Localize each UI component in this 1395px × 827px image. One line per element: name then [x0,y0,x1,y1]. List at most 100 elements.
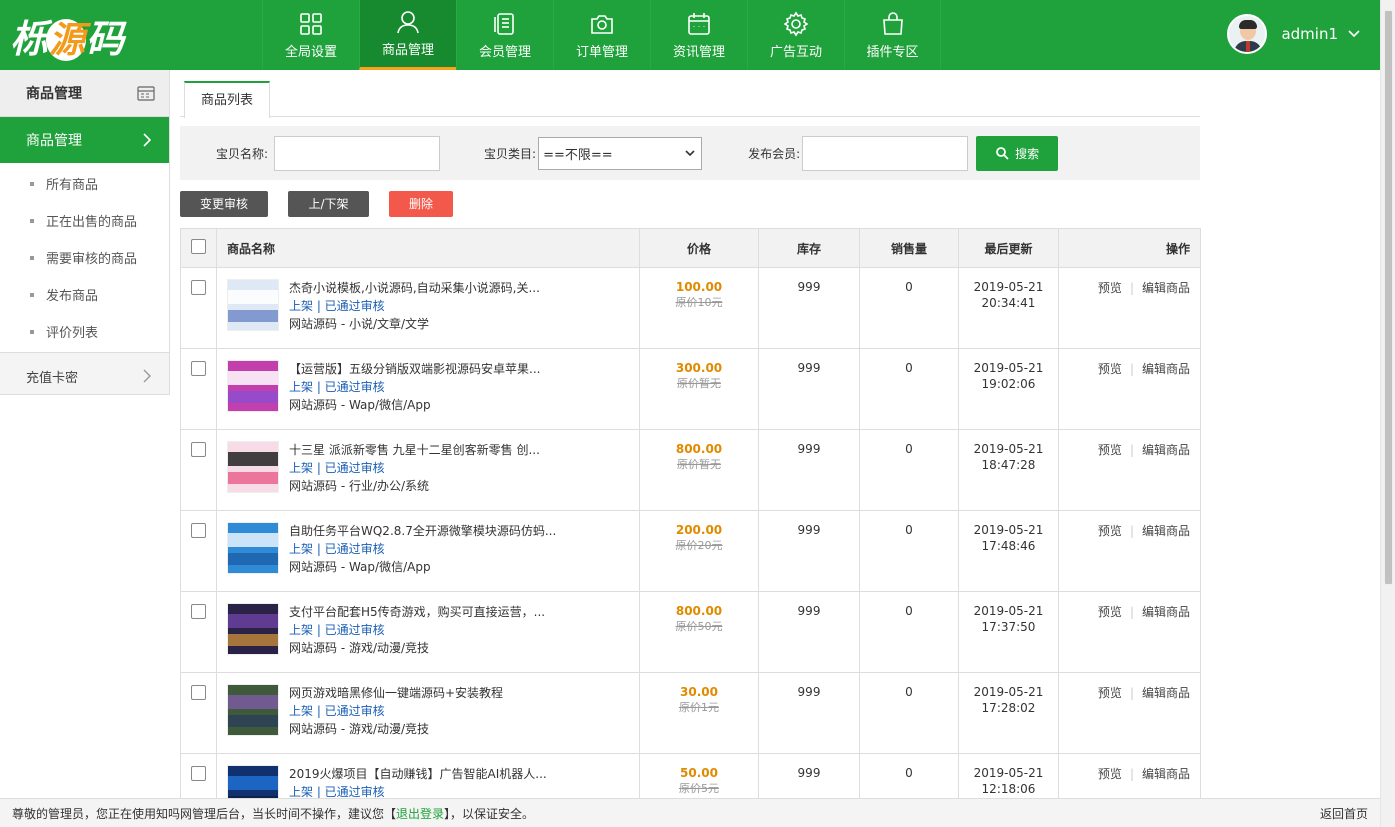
bulk-actions: 变更审核 上/下架 删除 [180,180,1200,228]
row-checkbox[interactable] [191,442,206,457]
main-nav: 全局设置 商品管理 会员管理 订单管理 资讯管理 广告互动 插件专区 [262,0,941,70]
edit-product-link[interactable]: 编辑商品 [1142,605,1190,619]
price-original: 原价50元 [675,620,723,633]
product-status: 上架 | 已通过审核 [289,542,385,556]
logout-link[interactable]: 退出登录 [396,807,444,821]
update-date: 2019-05-21 [973,280,1044,294]
tab-product-list[interactable]: 商品列表 [184,81,271,118]
top-header: 栎源码 全局设置 商品管理 会员管理 订单管理 资讯管理 广告互动 插件专区 a… [0,0,1380,70]
edit-product-link[interactable]: 编辑商品 [1142,362,1190,376]
preview-link[interactable]: 预览 [1098,767,1122,781]
product-title[interactable]: 支付平台配套H5传奇游戏，购买可直接运营，... [289,603,619,621]
sidebar-item-reviews[interactable]: 评价列表 [0,313,169,350]
edit-product-link[interactable]: 编辑商品 [1142,524,1190,538]
change-review-button[interactable]: 变更审核 [180,191,268,217]
sales-value: 0 [859,429,959,511]
edit-product-link[interactable]: 编辑商品 [1142,686,1190,700]
update-date: 2019-05-21 [973,523,1044,537]
product-thumbnail[interactable] [227,279,279,331]
member-input[interactable] [802,135,969,171]
nav-news-management[interactable]: 资讯管理 [650,0,747,70]
footer-message: 尊敬的管理员，您正在使用知吗网管理后台，当长时间不操作，建议您【退出登录】，以保… [12,806,535,821]
main-content: 商品列表 宝贝名称: 宝贝类目: ==不限== 发布会员: 搜索 变更审核 上/… [180,80,1201,827]
nav-member-management[interactable]: 会员管理 [456,0,553,70]
stock-value: 999 [758,672,860,754]
nav-label: 订单管理 [575,44,628,60]
sidebar-item-product-management[interactable]: 商品管理 [0,117,169,163]
search-button[interactable]: 搜索 [976,135,1059,171]
select-all-checkbox[interactable] [191,239,206,254]
row-checkbox[interactable] [191,604,206,619]
user-menu[interactable]: admin1 [1227,14,1360,54]
product-category: 网站源码 - 游戏/动漫/竞技 [289,641,430,655]
preview-link[interactable]: 预览 [1098,362,1122,376]
chevron-right-icon [143,133,151,147]
product-thumbnail[interactable] [227,603,279,655]
row-checkbox[interactable] [191,280,206,295]
product-title[interactable]: 十三星 派派新零售 九星十二星创客新零售 创... [289,441,619,459]
chevron-right-icon [143,369,151,383]
toggle-shelf-button[interactable]: 上/下架 [288,191,369,217]
product-title[interactable]: 杰奇小说模板,小说源码,自动采集小说源码,关... [289,279,619,297]
edit-product-link[interactable]: 编辑商品 [1142,443,1190,457]
chevron-down-icon[interactable] [1348,30,1360,38]
sidebar-item-recharge-cards[interactable]: 充值卡密 [0,353,169,399]
stock-value: 999 [758,429,860,511]
calendar-icon[interactable] [137,85,155,101]
row-checkbox[interactable] [191,361,206,376]
user-icon [397,11,419,34]
product-status: 上架 | 已通过审核 [289,704,385,718]
preview-link[interactable]: 预览 [1098,524,1122,538]
sidebar-item-pending-review[interactable]: 需要审核的商品 [0,239,169,276]
sidebar-item-all-products[interactable]: 所有商品 [0,165,169,202]
product-category: 网站源码 - 小说/文章/文学 [289,317,430,331]
nav-product-management[interactable]: 商品管理 [359,0,456,70]
scrollbar-thumb[interactable] [1384,10,1393,585]
calendar-icon [688,12,710,35]
col-price: 价格 [639,228,759,268]
product-thumbnail[interactable] [227,441,279,493]
preview-link[interactable]: 预览 [1098,281,1122,295]
product-title[interactable]: 【运营版】五级分销版双端影视源码安卓苹果... [289,360,619,378]
row-checkbox[interactable] [191,685,206,700]
row-checkbox[interactable] [191,766,206,781]
logo[interactable]: 栎源码 [0,0,262,70]
document-icon [494,12,514,35]
sidebar-item-publish[interactable]: 发布商品 [0,276,169,313]
preview-link[interactable]: 预览 [1098,443,1122,457]
stock-value: 999 [758,267,860,349]
price-original: 原价5元 [679,782,719,795]
product-thumbnail[interactable] [227,360,279,412]
price-original: 原价暂无 [677,377,721,390]
product-name-label: 宝贝名称: [216,146,269,161]
col-sales: 销售量 [859,228,959,268]
nav-global-settings[interactable]: 全局设置 [262,0,359,70]
product-title[interactable]: 2019火爆项目【自动赚钱】广告智能AI机器人... [289,765,619,783]
stock-value: 999 [758,510,860,592]
table-row: 十三星 派派新零售 九星十二星创客新零售 创... 上架 | 已通过审核 网站源… [180,429,1201,511]
preview-link[interactable]: 预览 [1098,686,1122,700]
sidebar-item-on-sale[interactable]: 正在出售的商品 [0,202,169,239]
preview-link[interactable]: 预览 [1098,605,1122,619]
product-title[interactable]: 网页游戏暗黑修仙一键端源码+安装教程 [289,684,619,702]
avatar[interactable] [1227,14,1268,54]
product-thumbnail[interactable] [227,522,279,574]
col-stock: 库存 [758,228,860,268]
home-link[interactable]: 返回首页 [1320,805,1368,822]
nav-order-management[interactable]: 订单管理 [553,0,650,70]
nav-ad-interaction[interactable]: 广告互动 [747,0,844,70]
product-thumbnail[interactable] [227,684,279,736]
page-scrollbar[interactable] [1380,0,1395,827]
product-title[interactable]: 自助任务平台WQ2.8.7全开源微擎模块源码仿蚂... [289,522,619,540]
category-select[interactable]: ==不限== [538,136,703,170]
row-checkbox[interactable] [191,523,206,538]
edit-product-link[interactable]: 编辑商品 [1142,281,1190,295]
edit-product-link[interactable]: 编辑商品 [1142,767,1190,781]
product-name-input[interactable] [274,135,441,171]
sidebar: 商品管理 商品管理 所有商品 正在出售的商品 需要审核的商品 发布商品 评价列表… [0,70,170,395]
nav-plugins[interactable]: 插件专区 [844,0,941,70]
price-original: 原价暂无 [677,458,721,471]
delete-button[interactable]: 删除 [389,191,453,217]
search-bar: 宝贝名称: 宝贝类目: ==不限== 发布会员: 搜索 [180,126,1200,180]
nav-label: 资讯管理 [672,44,725,60]
